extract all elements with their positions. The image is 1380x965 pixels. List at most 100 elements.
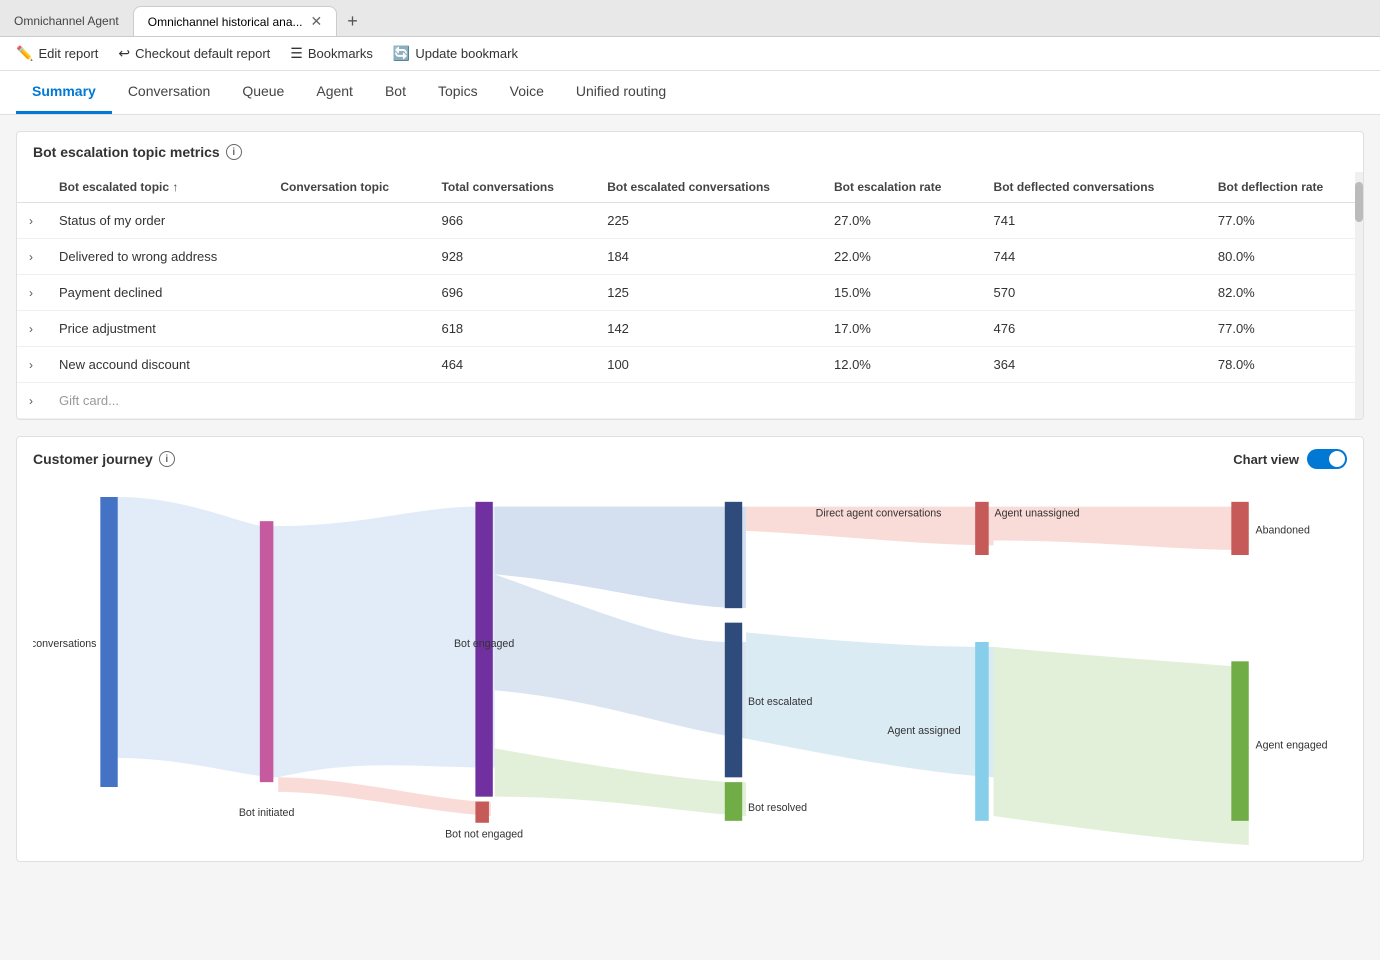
col-expand <box>17 172 47 203</box>
cell-escalation-rate: 12.0% <box>822 347 982 383</box>
expand-icon[interactable]: › <box>29 214 33 228</box>
cell-topic: Price adjustment <box>47 311 268 347</box>
tab-unified-routing[interactable]: Unified routing <box>560 71 682 114</box>
col-deflection-rate: Bot deflection rate <box>1206 172 1363 203</box>
expand-icon[interactable]: › <box>29 250 33 264</box>
refresh-icon: 🔄 <box>393 45 410 62</box>
browser-tab-historical[interactable]: Omnichannel historical ana... ✕ <box>133 6 337 36</box>
cell-bot-escalated: 184 <box>595 239 822 275</box>
node-agent-assigned <box>975 642 989 821</box>
tab-label: Omnichannel Agent <box>14 14 119 28</box>
cell-deflected: 570 <box>982 275 1206 311</box>
cell-escalation-rate: 17.0% <box>822 311 982 347</box>
main-content: Bot escalation topic metrics i Bot escal… <box>0 115 1380 960</box>
col-escalation-rate: Bot escalation rate <box>822 172 982 203</box>
bookmark-icon: ☰ <box>290 45 303 62</box>
tab-summary[interactable]: Summary <box>16 71 112 114</box>
tab-topics[interactable]: Topics <box>422 71 494 114</box>
bot-escalation-info-icon[interactable]: i <box>226 144 242 160</box>
cell-conv-topic <box>268 239 429 275</box>
tab-label-active: Omnichannel historical ana... <box>148 15 303 29</box>
update-bookmark-label: Update bookmark <box>415 46 518 61</box>
node-agent-unassigned <box>975 502 989 555</box>
close-tab-icon[interactable]: ✕ <box>311 13 323 30</box>
expand-cell[interactable]: › <box>17 347 47 383</box>
cell-total-conv: 618 <box>429 311 595 347</box>
label-bot-engaged: Bot engaged <box>454 638 514 650</box>
cell-topic: Status of my order <box>47 203 268 239</box>
customer-journey-info-icon[interactable]: i <box>159 451 175 467</box>
cell-conv-topic <box>268 203 429 239</box>
cell-deflection-rate: 78.0% <box>1206 347 1363 383</box>
cell-deflected: 741 <box>982 203 1206 239</box>
sort-icon: ↑ <box>172 180 178 194</box>
tab-agent[interactable]: Agent <box>300 71 369 114</box>
node-customer-conversations <box>100 497 117 787</box>
cell-bot-escalated: 142 <box>595 311 822 347</box>
expand-cell[interactable]: › <box>17 383 47 419</box>
expand-icon[interactable]: › <box>29 322 33 336</box>
bot-escalation-table: Bot escalated topic ↑ Conversation topic… <box>17 172 1363 419</box>
tab-conversation[interactable]: Conversation <box>112 71 227 114</box>
col-total-conversations: Total conversations <box>429 172 595 203</box>
chart-view-toggle: Chart view <box>1233 449 1347 469</box>
cell-deflection-rate: 82.0% <box>1206 275 1363 311</box>
label-bot-initiated: Bot initiated <box>239 807 295 819</box>
label-agent-engaged: Agent engaged <box>1256 739 1328 751</box>
bookmarks-button[interactable]: ☰ Bookmarks <box>290 45 373 62</box>
tab-voice[interactable]: Voice <box>494 71 560 114</box>
browser-tab-agent[interactable]: Omnichannel Agent <box>0 8 133 34</box>
expand-icon[interactable]: › <box>29 358 33 372</box>
checkout-icon: ↩ <box>118 45 130 62</box>
cell-conv-topic <box>268 311 429 347</box>
checkout-label: Checkout default report <box>135 46 270 61</box>
node-bot-not-engaged <box>475 802 489 823</box>
nav-tabs: Summary Conversation Queue Agent Bot Top… <box>0 71 1380 115</box>
tab-bot[interactable]: Bot <box>369 71 422 114</box>
bookmarks-label: Bookmarks <box>308 46 373 61</box>
cell-deflected: 364 <box>982 347 1206 383</box>
bot-escalation-title: Bot escalation topic metrics <box>33 144 220 160</box>
label-abandoned: Abandoned <box>1256 525 1310 537</box>
expand-icon[interactable]: › <box>29 286 33 300</box>
checkout-report-button[interactable]: ↩ Checkout default report <box>118 45 270 62</box>
edit-icon: ✏️ <box>16 45 33 62</box>
expand-cell[interactable]: › <box>17 203 47 239</box>
cell-deflection-rate: 80.0% <box>1206 239 1363 275</box>
customer-journey-section: Customer journey i Chart view <box>16 436 1364 862</box>
scrollbar-thumb[interactable] <box>1355 182 1363 222</box>
cell-topic: New accound discount <box>47 347 268 383</box>
col-bot-escalated-topic[interactable]: Bot escalated topic ↑ <box>47 172 268 203</box>
cell-bot-escalated: 125 <box>595 275 822 311</box>
label-agent-unassigned: Agent unassigned <box>995 507 1080 519</box>
bot-escalation-section: Bot escalation topic metrics i Bot escal… <box>16 131 1364 420</box>
label-bot-resolved: Bot resolved <box>748 802 807 814</box>
cell-bot-escalated: 100 <box>595 347 822 383</box>
sankey-chart: Customer conversations Bot initiated Bot… <box>17 481 1363 861</box>
expand-icon[interactable]: › <box>29 394 33 408</box>
browser-tabs: Omnichannel Agent Omnichannel historical… <box>0 0 1380 37</box>
table-row-partial: › Gift card... <box>17 383 1363 419</box>
label-direct-agent: Direct agent conversations <box>816 507 942 519</box>
chart-view-switch[interactable] <box>1307 449 1347 469</box>
table-row: › Payment declined 696 125 15.0% 570 82.… <box>17 275 1363 311</box>
edit-report-button[interactable]: ✏️ Edit report <box>16 45 98 62</box>
cell-topic: Delivered to wrong address <box>47 239 268 275</box>
new-tab-button[interactable]: + <box>337 7 368 36</box>
table-row: › New accound discount 464 100 12.0% 364… <box>17 347 1363 383</box>
cell-conv-topic <box>268 347 429 383</box>
col-conversation-topic: Conversation topic <box>268 172 429 203</box>
label-agent-assigned: Agent assigned <box>887 725 960 737</box>
node-bot-escalated <box>725 623 742 778</box>
expand-cell[interactable]: › <box>17 275 47 311</box>
col-bot-escalated-conversations: Bot escalated conversations <box>595 172 822 203</box>
update-bookmark-button[interactable]: 🔄 Update bookmark <box>393 45 518 62</box>
customer-journey-title: Customer journey <box>33 451 153 467</box>
expand-cell[interactable]: › <box>17 239 47 275</box>
scrollbar-track[interactable] <box>1355 172 1363 419</box>
cell-deflected: 744 <box>982 239 1206 275</box>
tab-queue[interactable]: Queue <box>226 71 300 114</box>
expand-cell[interactable]: › <box>17 311 47 347</box>
cell-escalation-rate: 22.0% <box>822 239 982 275</box>
table-row: › Price adjustment 618 142 17.0% 476 77.… <box>17 311 1363 347</box>
